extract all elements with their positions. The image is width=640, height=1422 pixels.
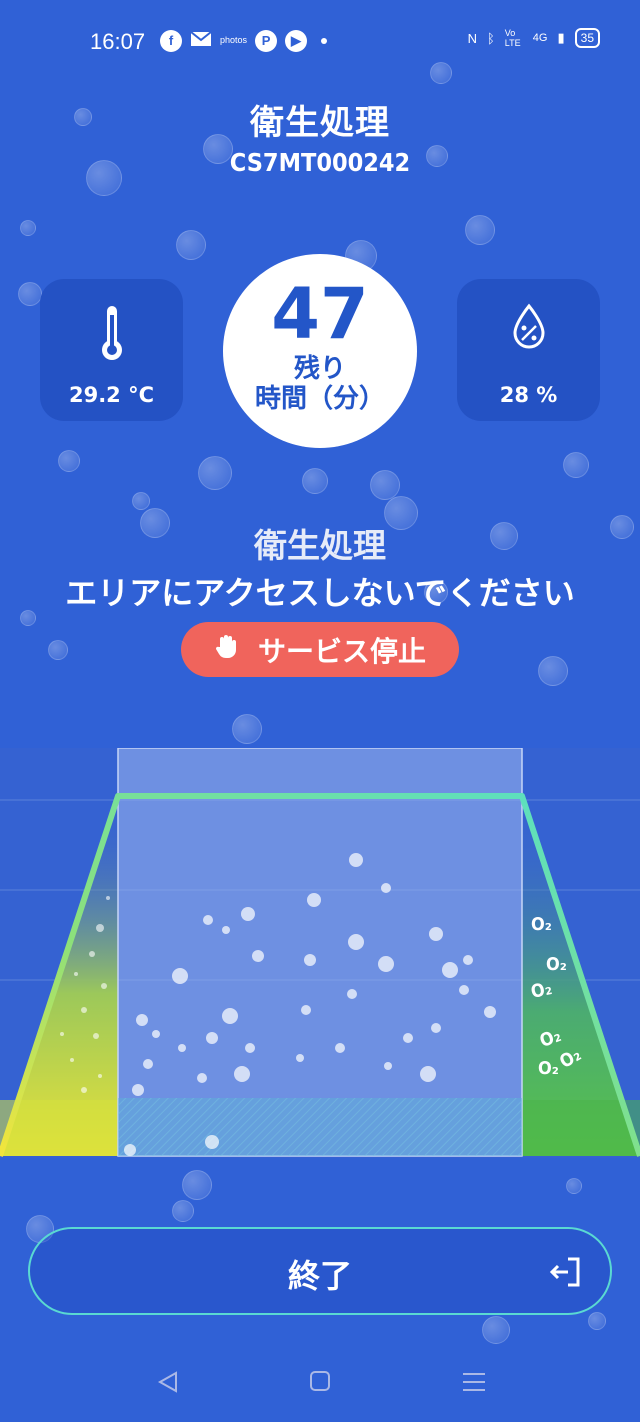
device-id: CS7MT000242 bbox=[229, 148, 411, 177]
more-notifications-dot bbox=[321, 37, 328, 44]
bluetooth-icon: ᛒ bbox=[486, 30, 495, 46]
o2-label: O₂ bbox=[538, 1058, 559, 1079]
bubble bbox=[132, 492, 150, 510]
bubble bbox=[18, 282, 42, 306]
back-nav-icon[interactable] bbox=[156, 1370, 180, 1398]
end-button[interactable]: 終了 bbox=[28, 1227, 612, 1315]
bubble bbox=[563, 452, 589, 478]
warning-title: 衛生処理 bbox=[254, 526, 386, 565]
o2-label: O₂ bbox=[531, 914, 552, 935]
remaining-time-label-line2: 時間（分） bbox=[254, 384, 385, 414]
bubble bbox=[566, 1178, 582, 1194]
temperature-value: 29.2 °C bbox=[68, 383, 155, 407]
bubble bbox=[232, 714, 262, 744]
remaining-time-value: 47 bbox=[271, 273, 369, 355]
sanitization-scene: O₂ O₂ O₂ O₂ O₂ O₂ bbox=[0, 747, 640, 1158]
nfc-icon: N bbox=[467, 30, 477, 46]
menu-nav-icon[interactable] bbox=[462, 1370, 486, 1398]
bubble bbox=[538, 656, 568, 686]
bubble bbox=[20, 220, 36, 236]
facebook-icon: f bbox=[160, 29, 182, 52]
humidity-value: 28 % bbox=[499, 383, 558, 407]
bubble bbox=[176, 230, 206, 260]
end-button-label: 終了 bbox=[287, 1257, 352, 1295]
bubble bbox=[198, 456, 232, 490]
remaining-time-label: 残り 時間（分） bbox=[223, 354, 417, 414]
notification-icons: f photos P ▶ bbox=[160, 28, 328, 53]
bubble bbox=[302, 468, 328, 494]
remaining-time-label-line1: 残り bbox=[293, 354, 346, 384]
o2-label: O₂ bbox=[546, 954, 567, 975]
bubble bbox=[172, 1200, 194, 1222]
play-icon: ▶ bbox=[285, 29, 308, 52]
navigation-bar bbox=[0, 1340, 640, 1422]
bubble bbox=[465, 215, 495, 245]
bubble bbox=[588, 1312, 606, 1330]
remaining-time-circle: 47 残り 時間（分） bbox=[223, 254, 417, 448]
exit-icon bbox=[548, 1255, 582, 1293]
bubble bbox=[182, 1170, 212, 1200]
photos-icon: photos bbox=[220, 36, 247, 45]
battery-icon: 35 bbox=[574, 28, 600, 48]
thermometer-icon bbox=[97, 303, 127, 367]
bubble bbox=[58, 450, 80, 472]
signal-icon: ▮ bbox=[557, 30, 565, 45]
status-bar: 16:07 f photos P ▶ N ᛒ Vo LTE 4G ▮ 35 bbox=[0, 0, 640, 84]
warning-message: エリアにアクセスしないでください bbox=[65, 574, 575, 612]
volte-label: Vo LTE bbox=[504, 28, 521, 48]
hand-stop-icon bbox=[214, 633, 238, 666]
system-icons: N ᛒ Vo LTE 4G ▮ 35 bbox=[468, 28, 600, 48]
stop-service-button[interactable]: サービス停止 bbox=[181, 622, 459, 677]
bubble bbox=[48, 640, 68, 660]
bubble bbox=[370, 470, 400, 500]
humidity-drop-icon bbox=[511, 303, 547, 355]
signal-label: 4G bbox=[532, 32, 548, 44]
humidity-card: 28 % bbox=[457, 279, 600, 421]
home-nav-icon[interactable] bbox=[309, 1370, 331, 1396]
stop-service-label: サービス停止 bbox=[257, 634, 426, 668]
photos-label: photos bbox=[220, 35, 248, 45]
paypay-icon: P bbox=[255, 29, 278, 52]
temperature-card: 29.2 °C bbox=[40, 279, 183, 421]
mail-icon bbox=[190, 28, 212, 53]
page-title: 衛生処理 bbox=[250, 103, 390, 143]
o2-label: O₂ bbox=[529, 978, 554, 1003]
status-time: 16:07 bbox=[90, 29, 146, 54]
